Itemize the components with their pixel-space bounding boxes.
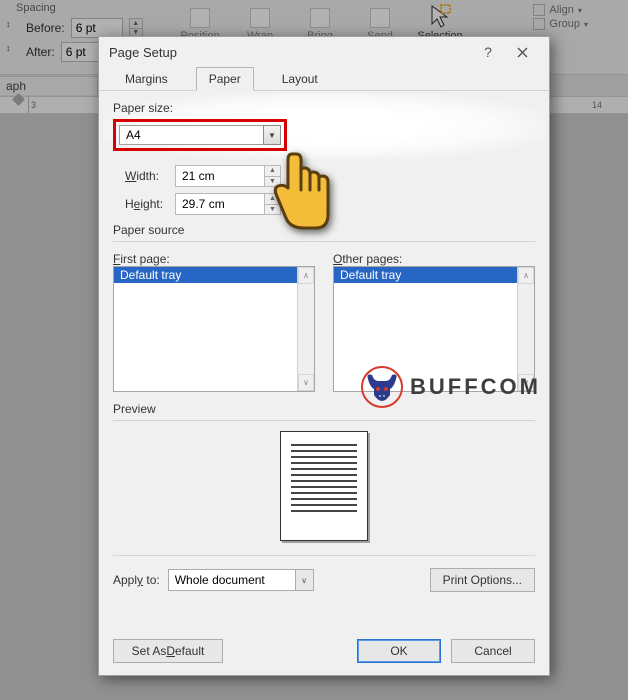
width-input[interactable] <box>175 165 265 187</box>
apply-to-value[interactable] <box>168 569 296 591</box>
page-setup-dialog: Page Setup ? Margins Paper Layout Paper … <box>98 36 550 676</box>
print-options-button[interactable]: Print Options... <box>430 568 535 592</box>
dialog-titlebar: Page Setup ? <box>99 37 549 67</box>
height-row: Height: ▲▼ <box>113 193 535 215</box>
divider <box>113 241 535 242</box>
scroll-down-icon[interactable]: ∨ <box>518 374 534 391</box>
close-icon <box>517 47 528 58</box>
paper-size-red-outline: ▼ <box>113 119 287 151</box>
other-pages-label: Other pages: <box>333 252 402 266</box>
ok-button[interactable]: OK <box>357 639 441 663</box>
paper-size-combo[interactable]: ▼ <box>119 125 281 145</box>
height-label: Height: <box>113 197 167 211</box>
height-input[interactable] <box>175 193 265 215</box>
help-button[interactable]: ? <box>471 37 505 67</box>
other-pages-col: Other pages: Default tray ∧ ∨ <box>333 252 535 392</box>
set-default-button[interactable]: Set As Default <box>113 639 223 663</box>
paper-source-section: Paper source First page: Default tray ∧ … <box>113 223 535 392</box>
tab-layout[interactable]: Layout <box>270 68 330 90</box>
width-row: Width: ▲▼ <box>113 165 535 187</box>
preview-section: Preview <box>113 402 535 541</box>
paper-size-label: Paper size: <box>113 101 535 115</box>
tab-margins[interactable]: Margins <box>113 68 180 90</box>
first-page-scrollbar[interactable]: ∧ ∨ <box>297 267 314 391</box>
paper-size-dropdown-button[interactable]: ▼ <box>263 125 281 145</box>
close-button[interactable] <box>505 37 539 67</box>
first-page-label: First page: <box>113 252 170 266</box>
paper-size-value[interactable] <box>119 125 263 145</box>
first-page-option[interactable]: Default tray <box>114 267 314 283</box>
other-pages-option[interactable]: Default tray <box>334 267 534 283</box>
preview-label: Preview <box>113 402 156 416</box>
cancel-button[interactable]: Cancel <box>451 639 535 663</box>
width-field[interactable]: ▲▼ <box>175 165 281 187</box>
dialog-content: Paper size: ▼ Width: ▲▼ Height: ▲▼ <box>99 91 549 602</box>
tab-paper[interactable]: Paper <box>196 67 254 91</box>
paper-source-label: Paper source <box>113 223 184 237</box>
preview-page-icon <box>280 431 368 541</box>
scroll-up-icon[interactable]: ∧ <box>518 267 534 284</box>
width-spinner[interactable]: ▲▼ <box>265 165 281 187</box>
apply-to-dropdown-button[interactable]: ∨ <box>296 569 314 591</box>
apply-row: Apply to: ∨ Print Options... <box>113 555 535 592</box>
dialog-title: Page Setup <box>109 45 471 60</box>
scroll-up-icon[interactable]: ∧ <box>298 267 314 284</box>
apply-to-label: Apply to: <box>113 573 160 587</box>
first-page-listbox[interactable]: Default tray ∧ ∨ <box>113 266 315 392</box>
apply-to-combo[interactable]: ∨ <box>168 569 314 591</box>
width-label: Width: <box>113 169 167 183</box>
first-page-col: First page: Default tray ∧ ∨ <box>113 252 315 392</box>
scroll-down-icon[interactable]: ∨ <box>298 374 314 391</box>
height-field[interactable]: ▲▼ <box>175 193 281 215</box>
other-pages-scrollbar[interactable]: ∧ ∨ <box>517 267 534 391</box>
paper-size-highlight: Paper size: ▼ <box>105 95 543 157</box>
other-pages-listbox[interactable]: Default tray ∧ ∨ <box>333 266 535 392</box>
divider <box>113 420 535 421</box>
dialog-tabs: Margins Paper Layout <box>99 67 549 91</box>
dialog-footer: Set As Default OK Cancel <box>113 639 535 663</box>
height-spinner[interactable]: ▲▼ <box>265 193 281 215</box>
